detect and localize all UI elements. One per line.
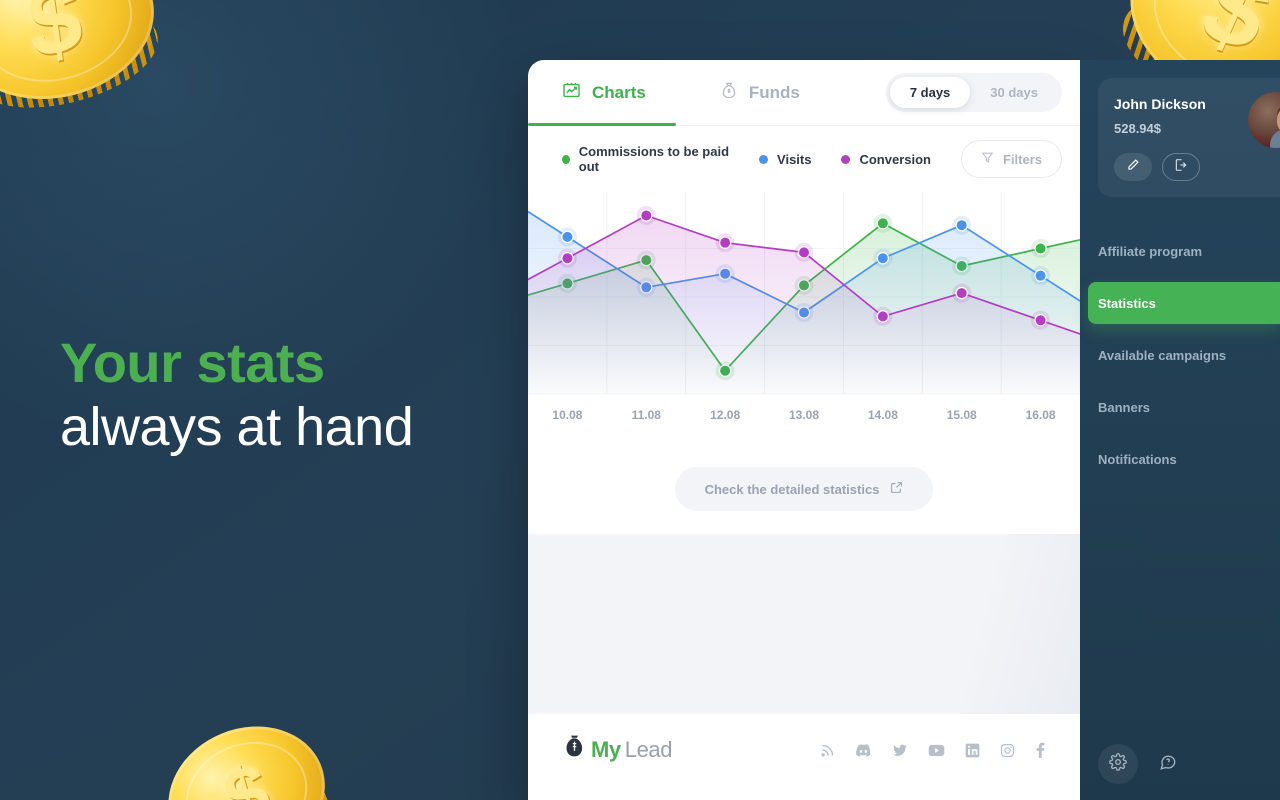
x-tick-0: 10.08: [552, 408, 583, 422]
discord-icon[interactable]: [855, 743, 872, 758]
gear-icon: [1109, 752, 1127, 776]
legend-label-visits: Visits: [777, 151, 812, 167]
filters-button[interactable]: Filters: [960, 140, 1062, 178]
hero-text: Your stats always at hand: [60, 330, 414, 460]
sidebar-nav: Affiliate program Statistics Available c…: [1080, 239, 1280, 471]
funnel-icon: [981, 151, 994, 167]
legend-label-commissions: Commissions to be paid out: [578, 144, 730, 174]
sidebar-item-statistics[interactable]: Statistics: [1088, 282, 1280, 324]
legend-item-visits[interactable]: Visits: [759, 152, 811, 167]
external-link-icon: [890, 481, 903, 497]
x-tick-1: 11.08: [631, 408, 661, 422]
x-tick-3: 13.08: [788, 408, 820, 422]
settings-button[interactable]: [1098, 744, 1138, 784]
dashboard-footer: My Lead: [528, 714, 1080, 786]
sidebar-item-notifications[interactable]: Notifications: [1080, 447, 1280, 471]
sidebar-item-affiliate-program[interactable]: Affiliate program: [1080, 239, 1280, 263]
logout-button[interactable]: [1162, 153, 1200, 181]
chart-line-icon: [562, 81, 581, 105]
instagram-icon[interactable]: [1000, 743, 1015, 758]
x-tick-6: 16.08: [1025, 408, 1056, 422]
sidebar-label-affiliate-program: Affiliate program: [1098, 243, 1203, 259]
cta-area: Check the detailed statistics: [528, 444, 1080, 534]
legend-item-commissions[interactable]: Commissions to be paid out: [562, 144, 729, 174]
x-tick-2: 12.08: [710, 408, 741, 422]
question-bubble-icon: [1159, 753, 1177, 776]
sidebar-label-available-campaigns: Available campaigns: [1098, 347, 1227, 363]
hero-headline-secondary: always at hand: [60, 397, 414, 458]
social-links: [820, 742, 1046, 758]
right-sidebar: John Dickson 528.94$ Affiliate program S…: [1080, 60, 1280, 800]
tab-charts-label: Charts: [592, 82, 646, 102]
logo-text-lead: Lead: [624, 737, 673, 762]
sidebar-bottom-actions: [1098, 744, 1188, 784]
user-actions: [1114, 153, 1280, 181]
sidebar-label-banners: Banners: [1098, 399, 1151, 415]
x-tick-4: 14.08: [867, 408, 898, 422]
help-button[interactable]: [1148, 744, 1188, 784]
tab-funds-label: Funds: [748, 82, 800, 102]
chart-area[interactable]: 10.08 11.08 12.08 13.08 14.08 15.08 16.0…: [528, 192, 1080, 444]
hero-headline-accent: Your stats: [60, 331, 325, 394]
legend-dot-commissions: [562, 154, 570, 164]
money-bag-logo-icon: [562, 734, 587, 766]
logo-text-my: My: [591, 737, 621, 762]
pencil-icon: [1126, 158, 1140, 177]
chart-x-axis: 10.08 11.08 12.08 13.08 14.08 15.08 16.0…: [528, 408, 1080, 422]
rss-icon[interactable]: [820, 743, 835, 758]
money-bag-icon: [720, 81, 738, 105]
user-card: John Dickson 528.94$: [1098, 78, 1280, 197]
chart-legend: Commissions to be paid out Visits Conver…: [528, 126, 1080, 192]
mylead-logo[interactable]: My Lead: [562, 734, 673, 766]
facebook-icon[interactable]: [1035, 742, 1046, 758]
sidebar-item-available-campaigns[interactable]: Available campaigns: [1080, 343, 1280, 367]
dashboard-tabs: Charts Funds 7 days 30 days: [528, 60, 1080, 126]
sidebar-label-statistics: Statistics: [1098, 295, 1156, 311]
detailed-statistics-button[interactable]: Check the detailed statistics: [674, 467, 934, 511]
filters-label: Filters: [1002, 151, 1042, 167]
edit-profile-button[interactable]: [1114, 153, 1152, 181]
sidebar-item-banners[interactable]: Banners: [1080, 395, 1280, 419]
line-chart: [528, 192, 1080, 395]
legend-item-conversion[interactable]: Conversion: [841, 152, 931, 167]
range-option-7-days[interactable]: 7 days: [889, 77, 971, 108]
content-placeholder-band: [528, 534, 1080, 714]
youtube-icon[interactable]: [928, 743, 945, 758]
x-tick-5: 15.08: [946, 408, 977, 422]
tab-charts[interactable]: Charts: [562, 60, 646, 126]
legend-dot-visits: [759, 154, 769, 164]
legend-label-conversion: Conversion: [859, 151, 931, 167]
logout-icon: [1174, 158, 1188, 177]
range-option-30-days[interactable]: 30 days: [970, 77, 1058, 108]
tab-funds[interactable]: Funds: [720, 60, 800, 126]
detailed-statistics-label: Check the detailed statistics: [704, 481, 880, 497]
date-range-toggle: 7 days 30 days: [885, 73, 1062, 112]
dashboard-card: Charts Funds 7 days 30 days Commissions …: [528, 60, 1080, 800]
twitter-icon[interactable]: [892, 743, 908, 758]
sidebar-label-notifications: Notifications: [1098, 451, 1177, 467]
linkedin-icon[interactable]: [965, 743, 980, 758]
legend-dot-conversion: [841, 154, 851, 164]
